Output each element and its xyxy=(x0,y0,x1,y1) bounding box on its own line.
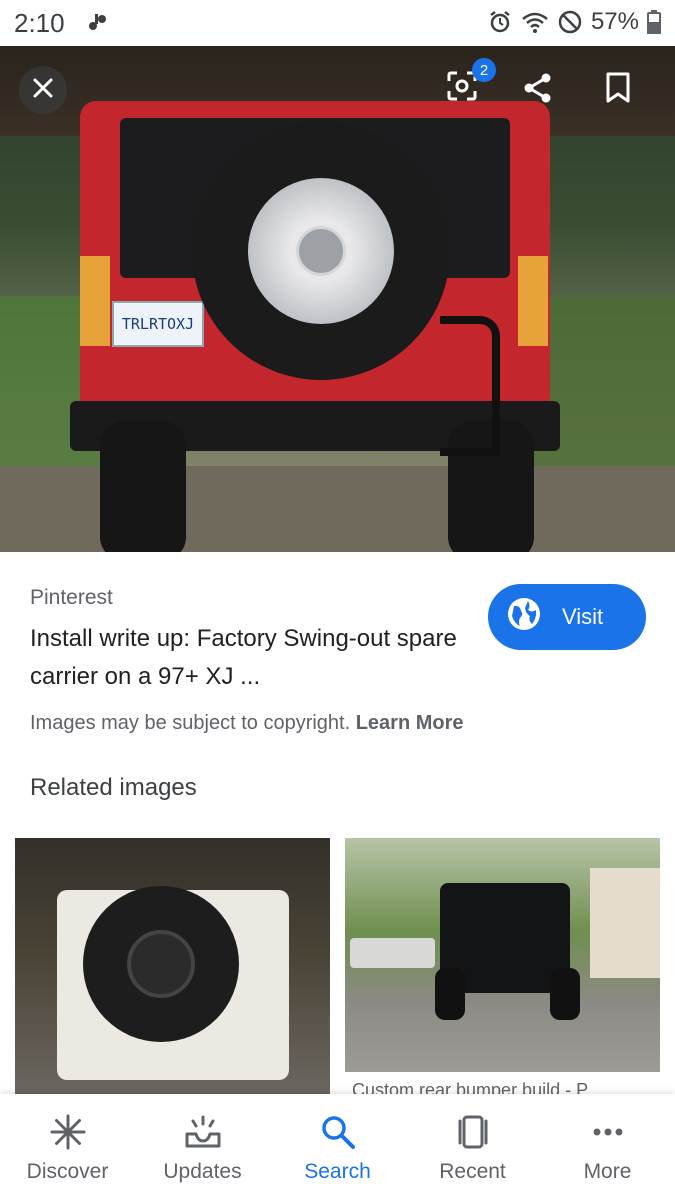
bookmark-icon xyxy=(605,72,631,109)
visit-label: Visit xyxy=(562,604,604,629)
status-time: 2:10 xyxy=(14,8,65,38)
visit-button[interactable]: Visit xyxy=(488,584,646,650)
notification-icon xyxy=(84,10,110,42)
bookmark-button[interactable] xyxy=(598,70,638,110)
source-name: Pinterest xyxy=(30,586,113,609)
result-title[interactable]: Install write up: Factory Swing-out spar… xyxy=(30,620,470,696)
related-image-1[interactable] xyxy=(15,838,330,1094)
image-swing-carrier xyxy=(440,316,500,456)
thumb1-rim xyxy=(127,930,195,998)
copyright-notice: Images may be subject to copyright. Lear… xyxy=(30,712,464,735)
bottom-navigation: Discover Updates Search Recent More xyxy=(0,1094,675,1200)
asterisk-icon xyxy=(48,1112,88,1152)
image-tire-left xyxy=(100,421,186,552)
close-button[interactable] xyxy=(19,66,67,114)
updates-tray-icon xyxy=(183,1112,223,1152)
close-icon xyxy=(32,77,54,104)
globe-icon xyxy=(506,596,542,638)
image-taillight-right xyxy=(518,256,548,346)
related-images-heading: Related images xyxy=(30,774,197,801)
thumb2-tire-right xyxy=(550,968,580,1020)
nav-recent[interactable]: Recent xyxy=(405,1094,540,1200)
nav-recent-label: Recent xyxy=(439,1160,506,1183)
thumb2-truck xyxy=(350,938,435,968)
thumb2-tire-left xyxy=(435,968,465,1020)
wifi-icon xyxy=(521,9,549,35)
recent-icon xyxy=(453,1112,493,1152)
nav-search-label: Search xyxy=(304,1160,371,1183)
nav-updates-label: Updates xyxy=(163,1160,242,1183)
share-button[interactable] xyxy=(518,70,558,110)
main-image[interactable]: TRLRTOXJ 2 xyxy=(0,46,675,552)
copyright-text: Images may be subject to copyright. xyxy=(30,712,351,734)
more-dots-icon xyxy=(588,1112,628,1152)
battery-icon xyxy=(647,10,661,34)
lens-badge: 2 xyxy=(472,58,496,82)
image-taillight-left xyxy=(80,256,110,346)
nav-discover[interactable]: Discover xyxy=(0,1094,135,1200)
alarm-icon xyxy=(487,9,513,35)
status-icons: 57% xyxy=(487,8,661,36)
image-license-plate: TRLRTOXJ xyxy=(112,301,204,347)
learn-more-link[interactable]: Learn More xyxy=(356,712,464,734)
nav-search[interactable]: Search xyxy=(270,1094,405,1200)
nav-updates[interactable]: Updates xyxy=(135,1094,270,1200)
search-icon xyxy=(318,1112,358,1152)
nav-more-label: More xyxy=(583,1160,632,1183)
share-icon xyxy=(522,72,554,109)
nav-more[interactable]: More xyxy=(540,1094,675,1200)
battery-percent: 57% xyxy=(590,8,639,35)
related-image-2[interactable] xyxy=(345,838,660,1072)
thumb2-house xyxy=(590,868,660,978)
image-spare-hub xyxy=(296,226,346,276)
status-bar: 2:10 57% xyxy=(0,0,675,46)
nav-discover-label: Discover xyxy=(26,1160,109,1183)
do-not-disturb-icon xyxy=(557,9,583,35)
